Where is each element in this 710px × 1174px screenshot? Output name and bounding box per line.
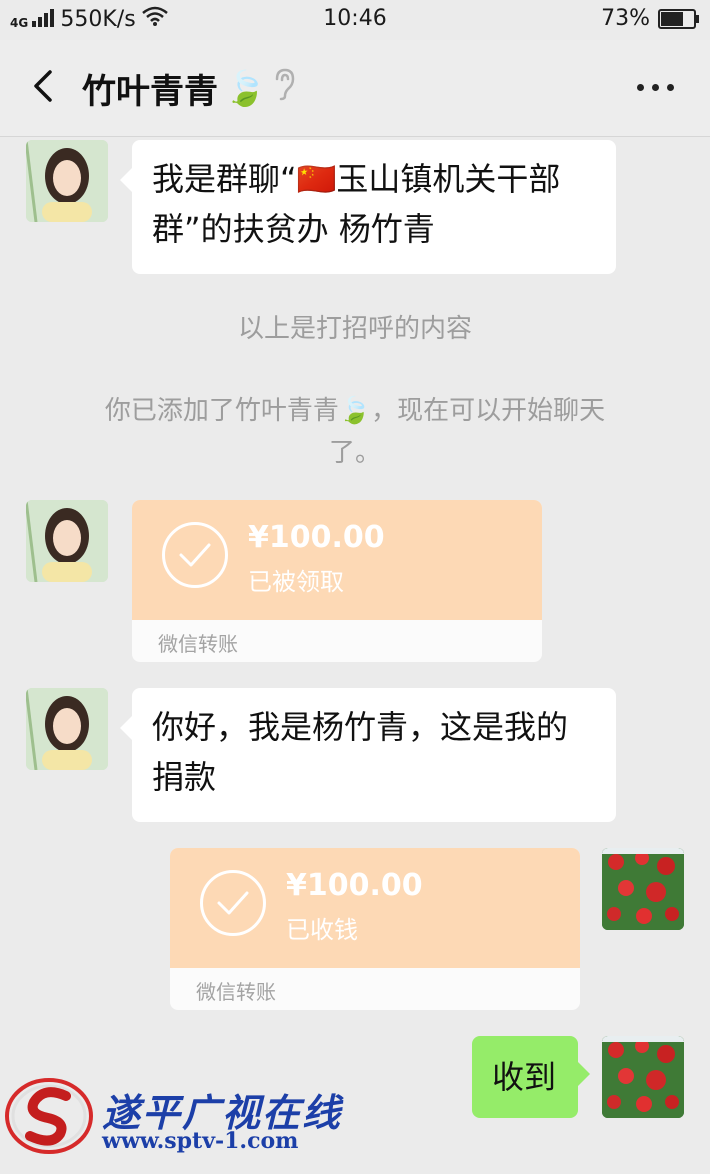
system-message-greeting: 以上是打招呼的内容: [237, 314, 472, 344]
station-watermark: 遂平广视在线 www.sptv-1.com: [4, 1070, 364, 1170]
message-bubble-greeting[interactable]: 我是群聊“🇨🇳玉山镇机关干部 群”的扶贫办 杨竹青: [120, 140, 616, 274]
back-icon[interactable]: [26, 66, 66, 106]
status-bar: 4G 550K/s 10:46 73%: [0, 0, 710, 40]
message-text: 收到: [492, 1058, 557, 1096]
transfer-label: 微信转账: [158, 632, 238, 656]
more-options-icon[interactable]: [637, 84, 674, 91]
system-message-line: 了。: [328, 438, 381, 468]
transfer-status: 已被领取: [248, 568, 344, 596]
transfer-card-received[interactable]: ¥100.00 已被领取 微信转账: [132, 500, 542, 662]
transfer-label: 微信转账: [196, 980, 276, 1004]
contact-avatar[interactable]: [26, 140, 108, 222]
my-avatar[interactable]: [602, 1036, 684, 1118]
message-text: 你好，我是杨竹青，这是我的: [152, 708, 569, 746]
leaf-emoji: 🍃: [224, 68, 267, 109]
check-circle-icon: [162, 522, 228, 588]
transfer-amount: ¥100.00: [286, 868, 423, 903]
my-avatar[interactable]: [602, 848, 684, 930]
message-bubble-received[interactable]: 收到: [472, 1036, 590, 1118]
station-logo-icon: [4, 1076, 94, 1156]
chat-header: 竹叶青青 🍃: [0, 40, 710, 137]
mute-ear-icon: [272, 67, 298, 110]
chat-title: 竹叶青青 🍃: [82, 64, 298, 113]
contact-avatar[interactable]: [26, 500, 108, 582]
message-text: 我是群聊“🇨🇳玉山镇机关干部: [152, 160, 561, 198]
system-message-line: 你已添加了竹叶青青🍃，现在可以开始聊天: [104, 396, 606, 426]
chat-title-text: 竹叶青青: [82, 72, 218, 112]
transfer-card-collected[interactable]: ¥100.00 已收钱 微信转账: [170, 848, 580, 1010]
message-text: 捐款: [152, 758, 217, 796]
battery-icon: [658, 8, 699, 29]
message-bubble-hello[interactable]: 你好，我是杨竹青，这是我的 捐款: [120, 688, 616, 822]
system-message-added: 你已添加了竹叶青青🍃，现在可以开始聊天 了。: [60, 390, 650, 474]
transfer-status: 已收钱: [286, 916, 358, 944]
contact-avatar[interactable]: [26, 688, 108, 770]
message-text: 群”的扶贫办 杨竹青: [152, 210, 435, 248]
station-url: www.sptv-1.com: [102, 1128, 299, 1154]
transfer-amount: ¥100.00: [248, 520, 385, 555]
battery-percent: 73%: [601, 6, 650, 31]
check-circle-icon: [200, 870, 266, 936]
